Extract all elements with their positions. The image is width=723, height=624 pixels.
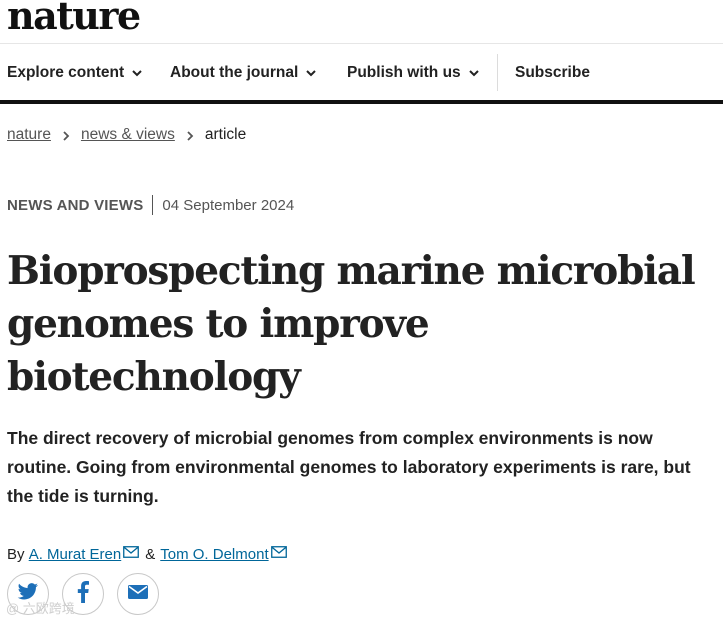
nav-divider: [497, 54, 498, 91]
watermark: @ 六欧跨境: [6, 601, 75, 616]
nav-about-the-journal[interactable]: About the journal: [170, 45, 317, 100]
email-icon[interactable]: [123, 545, 140, 558]
author-joiner: &: [145, 545, 156, 563]
nav-item-label: Explore content: [7, 63, 125, 81]
breadcrumb-news-and-views[interactable]: news & views: [81, 126, 175, 144]
byline-prefix: By: [7, 545, 25, 563]
facebook-icon: [77, 580, 89, 608]
author-link-delmont[interactable]: Tom O. Delmont: [160, 546, 268, 563]
email-icon: [128, 584, 148, 604]
share-email-button[interactable]: [117, 573, 159, 615]
breadcrumb: nature news & views article: [7, 124, 246, 146]
nature-logo[interactable]: nature: [7, 0, 141, 38]
chevron-right-icon: [185, 129, 195, 141]
nav-item-label: Publish with us: [347, 63, 461, 81]
nav-publish-with-us[interactable]: Publish with us: [347, 45, 480, 100]
author-byline: By A. Murat Eren & Tom O. Delmont: [7, 542, 287, 566]
article-standfirst: The direct recovery of microbial genomes…: [7, 428, 691, 506]
chevron-down-icon: [468, 67, 480, 79]
nav-explore-content[interactable]: Explore content: [7, 45, 143, 100]
author-link-eren[interactable]: A. Murat Eren: [29, 546, 122, 563]
main-nav: Explore content About the journal Publis…: [0, 45, 723, 100]
subscribe-link[interactable]: Subscribe: [515, 45, 590, 100]
nav-rule: [0, 100, 723, 104]
logo-bar: nature: [0, 0, 723, 44]
article-date: 04 September 2024: [162, 196, 295, 214]
chevron-down-icon: [305, 67, 317, 79]
article-type: NEWS AND VIEWS: [7, 196, 144, 214]
meta-divider: [152, 195, 154, 215]
article-title: Bioprospecting marine microbial genomes …: [7, 248, 696, 400]
breadcrumb-nature[interactable]: nature: [7, 126, 51, 144]
email-icon[interactable]: [270, 545, 287, 558]
nav-item-label: About the journal: [170, 63, 299, 81]
chevron-down-icon: [131, 67, 143, 79]
chevron-right-icon: [61, 129, 71, 141]
article-meta: NEWS AND VIEWS 04 September 2024: [7, 193, 294, 217]
breadcrumb-current: article: [204, 126, 247, 143]
